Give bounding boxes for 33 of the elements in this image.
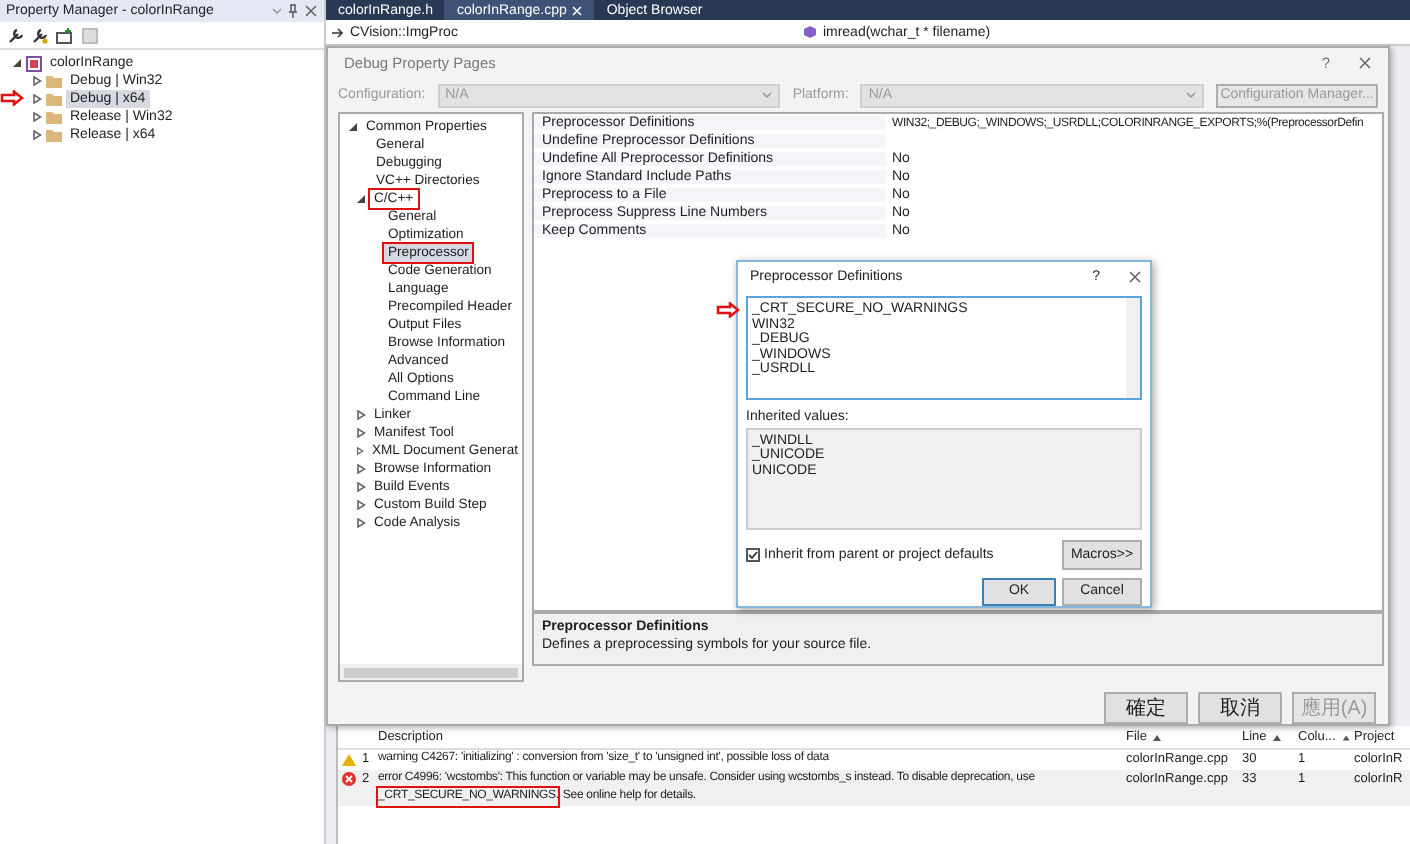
arrow-icon	[332, 27, 344, 37]
sort-arrow-icon	[1272, 733, 1283, 741]
dropdown-caret-icon	[762, 92, 773, 99]
project-icon	[26, 55, 42, 71]
wrench-icon[interactable]	[32, 27, 48, 43]
collapsed-arrow-icon[interactable]	[356, 464, 366, 474]
check-icon	[748, 549, 758, 560]
folder-plus-icon[interactable]	[56, 27, 74, 43]
collapsed-arrow-icon[interactable]	[32, 130, 42, 140]
dialog-button[interactable]: 取消	[1198, 692, 1282, 724]
close-icon[interactable]	[1128, 270, 1142, 285]
collapsed-arrow-icon[interactable]	[356, 446, 364, 456]
sort-arrow-icon	[1341, 733, 1350, 741]
collapsed-arrow-icon[interactable]	[32, 94, 42, 104]
dropdown-caret-icon	[1186, 92, 1197, 99]
collapsed-arrow-icon[interactable]	[356, 428, 366, 438]
wrench-icon[interactable]	[8, 27, 24, 43]
collapsed-arrow-icon[interactable]	[32, 76, 42, 86]
collapsed-arrow-icon[interactable]	[356, 518, 366, 528]
expanded-arrow-icon[interactable]	[356, 194, 366, 204]
collapsed-arrow-icon[interactable]	[356, 482, 366, 492]
dropdown-caret-icon	[272, 8, 282, 14]
expanded-arrow-icon[interactable]	[348, 122, 358, 132]
collapsed-arrow-icon[interactable]	[356, 410, 366, 420]
close-icon[interactable]	[1358, 56, 1372, 71]
collapsed-arrow-icon[interactable]	[32, 112, 42, 122]
sort-arrow-icon	[1152, 733, 1163, 741]
collapsed-arrow-icon[interactable]	[356, 500, 366, 510]
close-icon[interactable]	[304, 4, 318, 18]
dialog-button[interactable]: 確定	[1104, 692, 1188, 724]
pin-icon[interactable]	[288, 4, 298, 18]
expanded-arrow-icon[interactable]	[12, 58, 22, 68]
scrollbar	[1126, 298, 1140, 398]
